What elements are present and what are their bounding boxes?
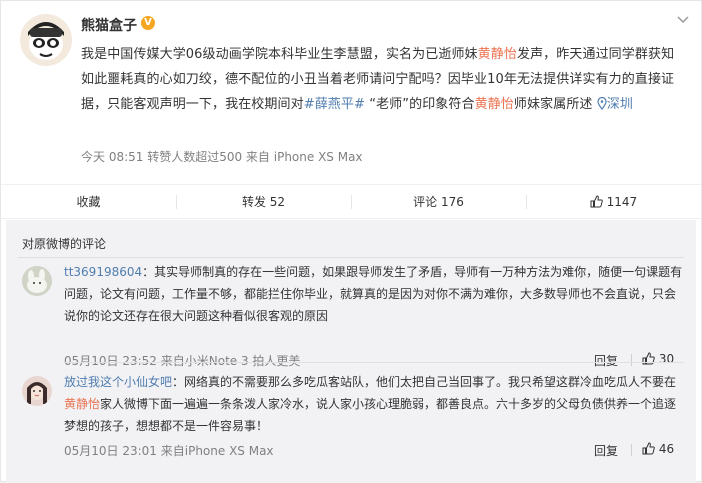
repost-label: 转发 52 [241, 195, 286, 209]
comment-label: 评论 176 [413, 195, 464, 209]
post-text: 我是中国传媒大学06级动画学院本科毕业生李慧盟，实名为已逝师妹 [81, 47, 478, 62]
comment-body: 家人微博下面一遍遍一条条泼人家冷水，说人家小孩心理脆弱，都善良点。六十多岁的父母… [64, 397, 677, 433]
comment-like-count: 46 [658, 442, 675, 456]
location-pin-icon [597, 97, 607, 110]
commenter-avatar[interactable] [22, 376, 52, 406]
divider [64, 362, 684, 363]
favorite-button[interactable]: 收藏 [1, 185, 176, 220]
comments-title: 对原微博的评论 [22, 237, 107, 251]
comment-like-button[interactable]: 30 [642, 352, 674, 366]
comment-like-count: 30 [658, 352, 675, 366]
commenter-avatar[interactable] [22, 266, 52, 296]
comment-text: 放过我这个小仙女吧：网络真的不需要那么多吃瓜客站队，他们太把自己当回事了。我只希… [64, 371, 684, 437]
reply-button[interactable]: 回复 [594, 442, 618, 459]
reply-button[interactable]: 回复 [594, 352, 618, 369]
divider [631, 444, 632, 456]
divider [631, 354, 632, 366]
comment-body: ：网络真的不需要那么多吃瓜客站队，他们太把自己当回事了。我只希望这群冷血吃瓜人不… [172, 375, 677, 389]
location-label: 深圳 [606, 97, 633, 112]
comment-like-button[interactable]: 46 [642, 442, 674, 456]
commenter-name[interactable]: 放过我这个小仙女吧 [64, 375, 172, 389]
favorite-label: 收藏 [76, 195, 101, 209]
highlight-name[interactable]: 黄静怡 [64, 397, 100, 411]
thumbs-up-icon [642, 352, 655, 365]
repost-button[interactable]: 转发 52 [176, 185, 351, 220]
post-content: 我是中国传媒大学06级动画学院本科毕业生李慧盟，实名为已逝师妹黄静怡发声，昨天通… [81, 42, 685, 117]
comment-body: ：其实导师制真的存在一些问题，如果跟导师发生了矛盾，导师有一万种方法为难你，随便… [64, 265, 683, 323]
user-avatar[interactable] [20, 14, 72, 66]
commenter-name[interactable]: tt369198604 [64, 265, 142, 279]
verified-badge-icon: V [141, 16, 155, 30]
comment-meta: 05月10日 23:01 来自iPhone XS Max [64, 444, 274, 458]
thumbs-up-icon [642, 442, 655, 455]
highlight-name[interactable]: 黄静怡 [478, 47, 517, 62]
like-button[interactable]: 1147 [526, 185, 701, 220]
action-bar: 收藏 转发 52 评论 176 1147 [1, 184, 701, 219]
username[interactable]: 熊猫盒子 [81, 15, 137, 35]
post-meta: 今天 08:51 转赞人数超过500 来自 iPhone XS Max [81, 150, 363, 164]
post-text: 师妹家属所述 [513, 97, 597, 112]
post-text: “老师”的印象符合 [365, 97, 475, 112]
weibo-card: 熊猫盒子 V 我是中国传媒大学06级动画学院本科毕业生李慧盟，实名为已逝师妹黄静… [0, 0, 702, 483]
highlight-name[interactable]: 黄静怡 [475, 97, 514, 112]
chevron-down-icon[interactable] [677, 15, 689, 25]
thumbs-up-icon [590, 195, 603, 208]
comment-button[interactable]: 评论 176 [351, 185, 526, 220]
original-post: 熊猫盒子 V 我是中国传媒大学06级动画学院本科毕业生李慧盟，实名为已逝师妹黄静… [1, 1, 701, 184]
divider [18, 257, 684, 258]
like-count: 1147 [606, 195, 638, 209]
location-link[interactable]: 深圳 [597, 97, 633, 112]
hashtag-link[interactable]: #薛燕平# [304, 97, 365, 112]
comment-meta: 05月10日 23:52 来自小米Note 3 拍人更美 [64, 354, 301, 368]
comment-text: tt369198604：其实导师制真的存在一些问题，如果跟导师发生了矛盾，导师有… [64, 261, 684, 327]
comments-section: 对原微博的评论 tt369198604：其实导师制真的存在一些问题，如果跟导师发… [6, 220, 696, 483]
